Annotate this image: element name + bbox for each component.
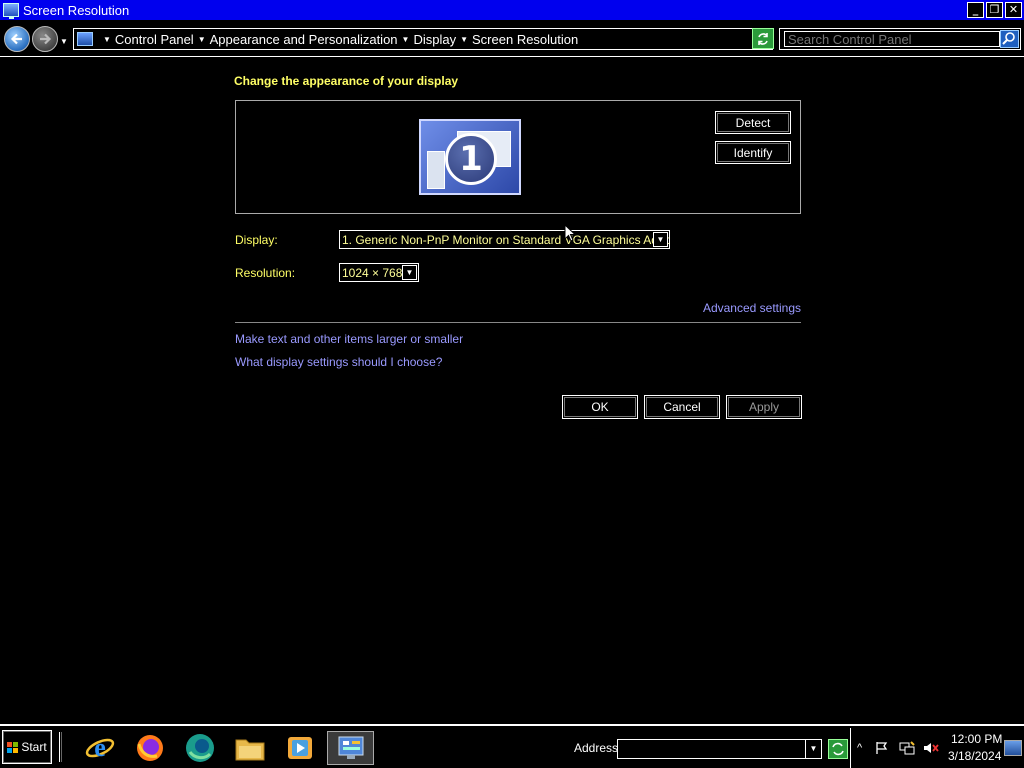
internet-explorer-icon[interactable]: e <box>82 731 118 765</box>
chevron-down-icon[interactable]: ▼ <box>198 35 206 44</box>
show-desktop-button[interactable] <box>1004 740 1022 756</box>
control-panel-taskbar-button[interactable] <box>327 731 374 765</box>
play-icon <box>288 737 312 759</box>
apply-button[interactable]: Apply <box>726 395 802 419</box>
search-input[interactable] <box>784 31 1000 47</box>
chevron-down-icon[interactable]: ▼ <box>402 265 417 280</box>
page-title: Change the appearance of your display <box>234 74 459 88</box>
edge-icon <box>186 734 214 762</box>
monitor-arrangement-panel: 1 Detect Identify <box>235 100 801 214</box>
arrow-left-icon <box>10 33 22 45</box>
search-box <box>779 28 1021 50</box>
taskbar: Start e Address ▼ ^ 12:00 PM 3/18/2024 <box>0 724 1024 768</box>
breadcrumb-display[interactable]: Display <box>413 32 456 47</box>
mouse-cursor-icon <box>564 224 576 242</box>
windows-logo-icon <box>7 741 19 753</box>
network-icon[interactable] <box>899 741 915 755</box>
edge-icon[interactable] <box>182 731 218 765</box>
recent-pages-dropdown-icon[interactable]: ▼ <box>60 37 68 46</box>
breadcrumb-screen-resolution[interactable]: Screen Resolution <box>472 32 578 47</box>
start-label: Start <box>21 740 47 754</box>
chevron-down-icon[interactable]: ▼ <box>653 232 668 247</box>
advanced-settings-link[interactable]: Advanced settings <box>703 301 801 315</box>
control-panel-icon <box>77 32 93 46</box>
firefox-icon <box>137 735 163 761</box>
arrow-right-icon <box>40 33 52 45</box>
forward-button[interactable] <box>32 26 58 52</box>
file-explorer-icon[interactable] <box>232 731 268 765</box>
clock-time[interactable]: 12:00 PM <box>951 732 1002 746</box>
control-panel-icon <box>338 736 363 759</box>
monitor-number-badge: 1 <box>445 133 497 185</box>
chevron-down-icon[interactable]: ▼ <box>460 35 468 44</box>
firefox-icon[interactable] <box>132 731 168 765</box>
chevron-down-icon[interactable]: ▼ <box>103 35 111 44</box>
window-controls: _ ❐ ✕ <box>967 2 1022 18</box>
title-bar: Screen Resolution _ ❐ ✕ <box>0 0 1024 20</box>
display-help-link[interactable]: What display settings should I choose? <box>235 355 442 369</box>
flag-icon[interactable] <box>875 741 889 755</box>
svg-text:e: e <box>94 733 106 762</box>
refresh-button[interactable] <box>752 28 774 49</box>
address-toolbar-input[interactable]: ▼ <box>617 739 822 759</box>
restore-button[interactable]: ❐ <box>986 2 1003 18</box>
close-button[interactable]: ✕ <box>1005 2 1022 18</box>
taskbar-grip[interactable] <box>59 732 62 762</box>
monitor-thumbnail[interactable]: 1 <box>419 119 521 195</box>
breadcrumb-appearance[interactable]: Appearance and Personalization <box>210 32 398 47</box>
clock-date[interactable]: 3/18/2024 <box>948 749 1001 763</box>
detect-button[interactable]: Detect <box>715 111 791 134</box>
search-icon <box>1002 32 1015 45</box>
resolution-label: Resolution: <box>235 266 296 280</box>
text-size-link[interactable]: Make text and other items larger or smal… <box>235 332 463 346</box>
breadcrumb-control-panel[interactable]: Control Panel <box>115 32 194 47</box>
chevron-down-icon[interactable]: ▼ <box>805 740 821 758</box>
divider <box>235 322 801 323</box>
cancel-button[interactable]: Cancel <box>644 395 720 419</box>
internet-explorer-icon: e <box>85 733 115 762</box>
system-tray: ^ 12:00 PM 3/18/2024 <box>850 728 1024 768</box>
identify-button[interactable]: Identify <box>715 141 791 164</box>
minimize-button[interactable]: _ <box>967 2 984 18</box>
resolution-select[interactable]: 1024 × 768 ▼ <box>339 263 419 282</box>
volume-muted-icon[interactable] <box>923 741 939 755</box>
display-label: Display: <box>235 233 278 247</box>
navigation-bar: ▼ ▼ Control Panel ▼ Appearance and Perso… <box>0 20 1024 57</box>
address-toolbar-label: Address <box>574 741 619 755</box>
resolution-select-value: 1024 × 768 <box>342 266 403 280</box>
breadcrumb[interactable]: ▼ Control Panel ▼ Appearance and Persona… <box>73 28 773 50</box>
ok-button[interactable]: OK <box>562 395 638 419</box>
display-select[interactable]: 1. Generic Non-PnP Monitor on Standard V… <box>339 230 670 249</box>
monitor-icon <box>3 3 19 19</box>
go-button[interactable] <box>828 739 848 759</box>
window-title: Screen Resolution <box>23 2 130 18</box>
refresh-icon <box>758 32 768 45</box>
back-button[interactable] <box>4 26 30 52</box>
chevron-down-icon[interactable]: ▼ <box>402 35 410 44</box>
media-player-icon[interactable] <box>282 731 318 765</box>
search-button[interactable] <box>1000 30 1019 48</box>
start-button[interactable]: Start <box>2 730 52 764</box>
display-select-value: 1. Generic Non-PnP Monitor on Standard V… <box>342 233 670 247</box>
folder-icon <box>235 739 265 761</box>
show-hidden-icons-icon[interactable]: ^ <box>857 742 862 754</box>
window-preview <box>427 151 445 189</box>
refresh-icon <box>832 742 844 756</box>
